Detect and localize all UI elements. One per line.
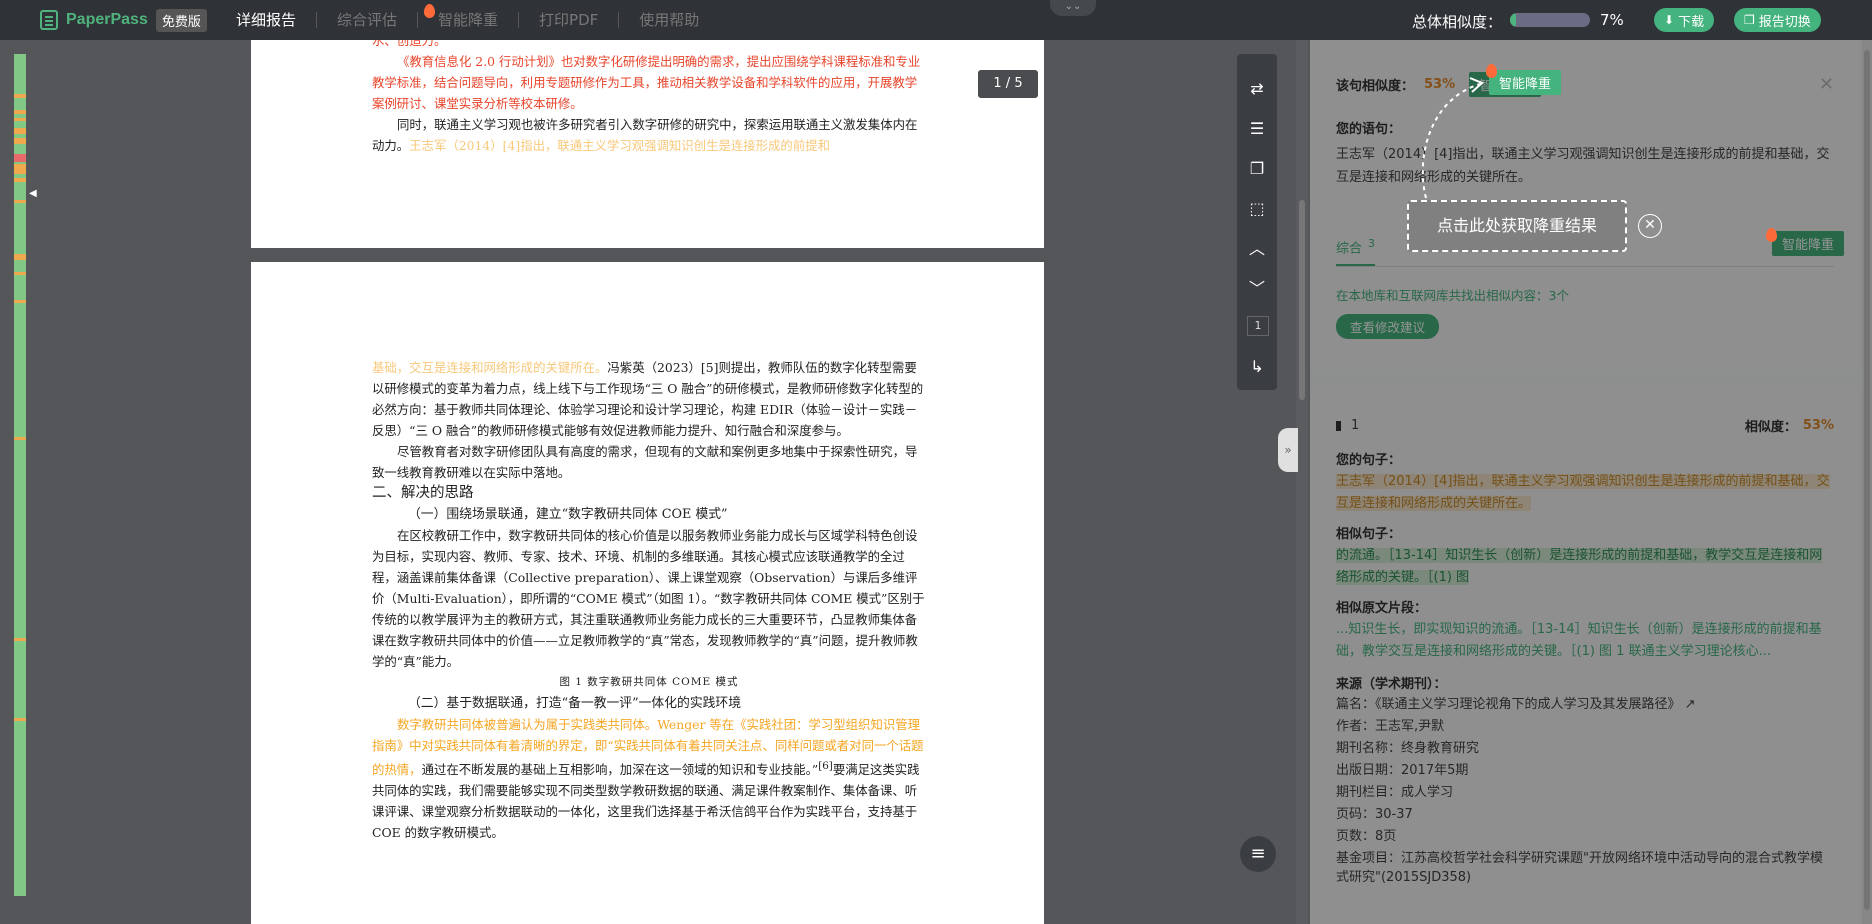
page2-para4: 数字教研共同体被普遍认为属于实践类共同体。Wenger 等在《实践社团：学习型组… — [372, 714, 926, 843]
tooltip-close-icon[interactable]: ✕ — [1638, 214, 1662, 238]
strip-mark — [14, 164, 26, 174]
double-chevron-right-icon: » — [1284, 443, 1292, 457]
nav-smart-rewrite[interactable]: 智能降重 — [418, 4, 520, 29]
strip-mark — [14, 638, 26, 641]
page2-para4-text: 通过在不断发展的基础上互相影响，加深在这一领域的知识和专业技能。” — [421, 762, 819, 778]
citation-sup: [6] — [818, 760, 833, 772]
figure-caption: 图 1 数字教研共同体 COME 模式 — [559, 676, 739, 688]
brand-name: PaperPass — [66, 11, 148, 28]
page-number-input[interactable]: 1 — [1247, 316, 1269, 336]
download-button[interactable]: ⬇ 下载 — [1654, 8, 1715, 32]
page1-para2-highlight[interactable]: 王志军（2014）[4]指出，联通主义学习观强调知识创生是连接形成的前提和 — [409, 138, 830, 153]
position-marker-icon: ◀ — [29, 188, 37, 199]
document-page-2: 基础，交互是连接和网络形成的关键所在。冯紫英（2023）[5]则提出，教师队伍的… — [251, 262, 1044, 924]
chevron-up-icon[interactable]: ︿ — [1237, 234, 1277, 264]
nav-help[interactable]: 使用帮助 — [619, 12, 719, 28]
download-label: 下载 — [1678, 14, 1705, 30]
panel-toggle-button[interactable]: » — [1278, 428, 1298, 472]
nav-overall-eval[interactable]: 综合评估 — [317, 12, 419, 28]
document-icon — [40, 10, 58, 30]
strip-mark — [14, 154, 26, 162]
select-icon[interactable]: ⬚ — [1237, 194, 1277, 224]
strip-mark — [14, 94, 26, 98]
report-switch-button[interactable]: ❐ 报告切换 — [1734, 8, 1821, 32]
copy-icon[interactable]: ❐ — [1237, 154, 1277, 184]
logo: PaperPass 免费版 — [40, 8, 207, 32]
strip-mark — [14, 178, 26, 182]
page-indicator: 1 / 5 — [978, 70, 1038, 98]
page2-para2: 尽管教育者对数字研修团队具有高度的需求，但现有的文献和案例更多地集中于探索性研究… — [372, 444, 918, 480]
page1-para1: 《教育信息化 2.0 行动计划》也对数字化研修提出明确的需求，提出应围绕学科课程… — [372, 54, 921, 111]
similarity-bar — [1510, 13, 1590, 27]
top-bar: PaperPass 免费版 详细报告 综合评估 智能降重 打印PDF 使用帮助 … — [0, 0, 1872, 40]
subsection-heading-2: （二）基于数据联通，打造“备一教一评”一体化的实践环境 — [408, 696, 742, 711]
flame-icon — [1486, 64, 1497, 78]
report-switch-label: 报告切换 — [1758, 14, 1811, 30]
viewer-scrollbar-thumb[interactable] — [1299, 200, 1305, 400]
strip-mark — [14, 300, 26, 303]
strip-mark — [14, 128, 26, 134]
overall-similarity-label: 总体相似度： — [1412, 13, 1503, 31]
swap-icon[interactable]: ⇄ — [1237, 74, 1277, 104]
similarity-bar-fill — [1510, 13, 1516, 27]
strip-mark — [14, 138, 26, 144]
overall-similarity-value: 7% — [1600, 11, 1624, 29]
subsection-heading-1: （一）围绕场景联通，建立“数字教研共同体 COE 模式” — [408, 507, 728, 522]
jump-icon[interactable]: ↳ — [1237, 352, 1277, 382]
page2-para1: 基础，交互是连接和网络形成的关键所在。冯紫英（2023）[5]则提出，教师队伍的… — [372, 357, 926, 441]
guide-tooltip[interactable]: 点击此处获取降重结果 — [1407, 200, 1627, 252]
page1-cut-line: 水、创造力。 — [372, 40, 447, 48]
guide-arrow — [1421, 77, 1484, 199]
flame-icon — [1766, 228, 1777, 242]
strip-mark — [14, 118, 26, 121]
strip-mark — [14, 110, 26, 114]
nav-detail-report[interactable]: 详细报告 — [230, 12, 318, 28]
section-heading: 二、解决的思路 — [372, 485, 474, 501]
download-icon: ⬇ — [1664, 13, 1675, 27]
strip-mark — [14, 272, 26, 275]
guide-overlay[interactable] — [1310, 40, 1872, 924]
list-icon[interactable]: ☰ — [1237, 114, 1277, 144]
double-chevron-down-icon: ⌄⌄ — [1064, 1, 1082, 12]
free-badge: 免费版 — [155, 8, 207, 32]
page2-para3: 在区校教研工作中，数字教研共同体的核心价值是以服务教师业务能力成长与区域学科特色… — [372, 528, 925, 669]
strip-mark — [14, 718, 26, 721]
nav-smart-rewrite-label: 智能降重 — [438, 11, 499, 29]
copy-icon: ❐ — [1744, 13, 1755, 27]
viewer-scrollbar[interactable] — [1296, 40, 1308, 924]
document-page-1: 水、创造力。 《教育信息化 2.0 行动计划》也对数字化研修提出明确的需求，提出… — [251, 40, 1044, 248]
strip-mark — [14, 254, 26, 260]
highlighted-smart-rewrite-button[interactable]: 智能降重 — [1489, 70, 1562, 95]
similarity-overview-strip[interactable] — [14, 54, 26, 896]
menu-icon[interactable]: ≡ — [1240, 836, 1276, 872]
strip-mark — [14, 437, 26, 440]
page1-para2: 同时，联通主义学习观也被许多研究者引入数字研修的研究中，探索运用联通主义激发集体… — [372, 114, 926, 156]
page2-para1-highlight[interactable]: 基础，交互是连接和网络形成的关键所在。 — [372, 360, 607, 375]
strip-mark — [14, 200, 26, 203]
nav-print-pdf[interactable]: 打印PDF — [519, 12, 620, 28]
collapse-topbar-button[interactable]: ⌄⌄ — [1050, 0, 1096, 16]
chevron-down-icon[interactable]: ﹀ — [1237, 274, 1277, 304]
viewer-toolbar: ⇄ ☰ ❐ ⬚ ︿ ﹀ 1 ↳ — [1237, 54, 1277, 390]
top-nav: 详细报告 综合评估 智能降重 打印PDF 使用帮助 — [230, 0, 719, 40]
flame-icon — [424, 4, 436, 18]
